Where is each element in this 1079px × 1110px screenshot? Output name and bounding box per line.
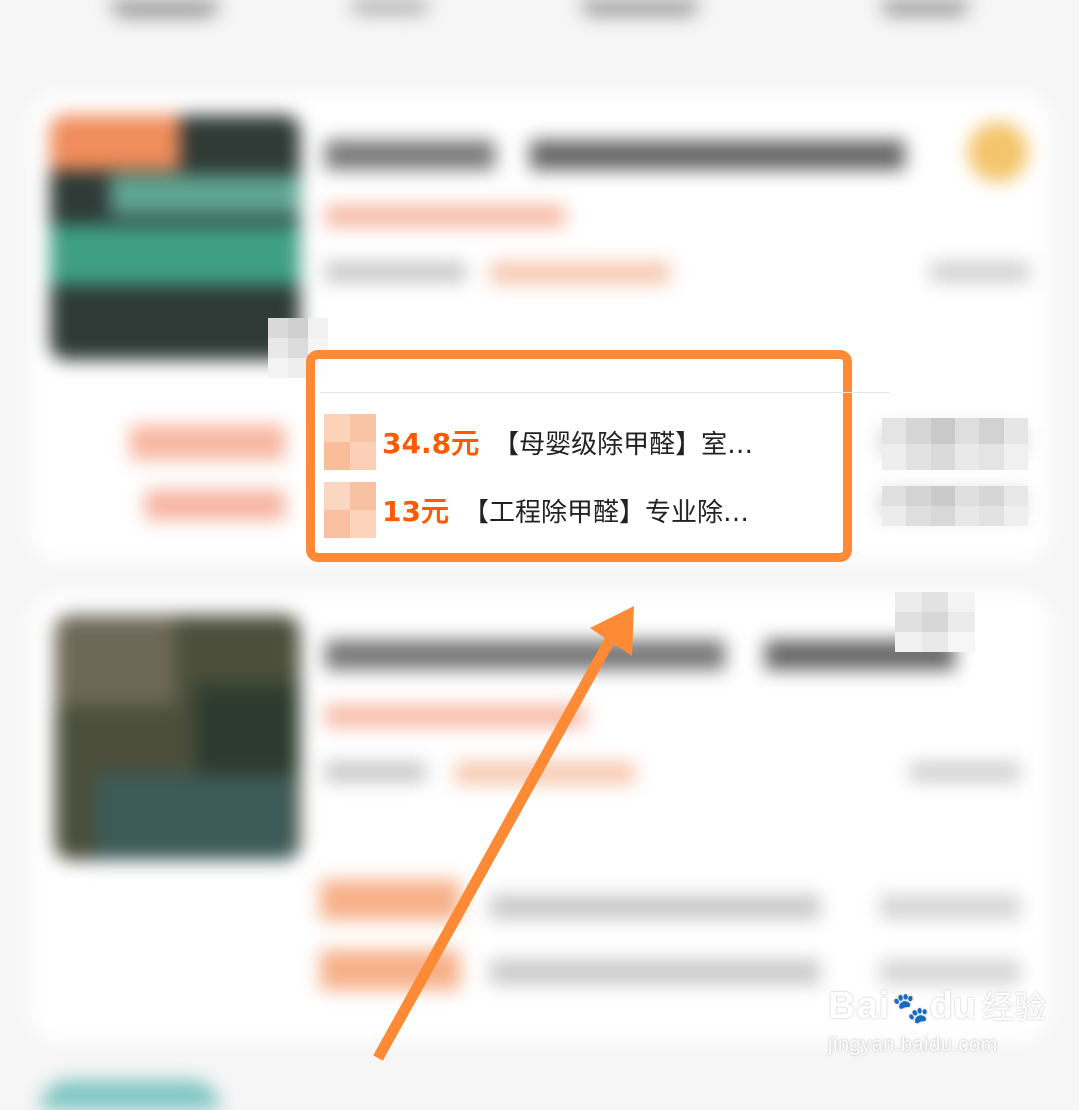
watermark-brand: Bai	[828, 985, 891, 1027]
annotation-arrow	[373, 606, 634, 1061]
watermark-paw-icon: 🐾	[892, 992, 930, 1025]
baidu-watermark: Bai🐾du 经验 jingyan.baidu.com	[828, 982, 1046, 1057]
arrow-head	[590, 606, 634, 656]
watermark-brand-suffix: du	[929, 985, 976, 1027]
watermark-url: jingyan.baidu.com	[828, 1034, 998, 1056]
watermark-product: 经验	[981, 988, 1046, 1026]
arrow-shaft	[373, 637, 615, 1061]
watermark-logo: Bai🐾du 经验	[828, 982, 1046, 1030]
